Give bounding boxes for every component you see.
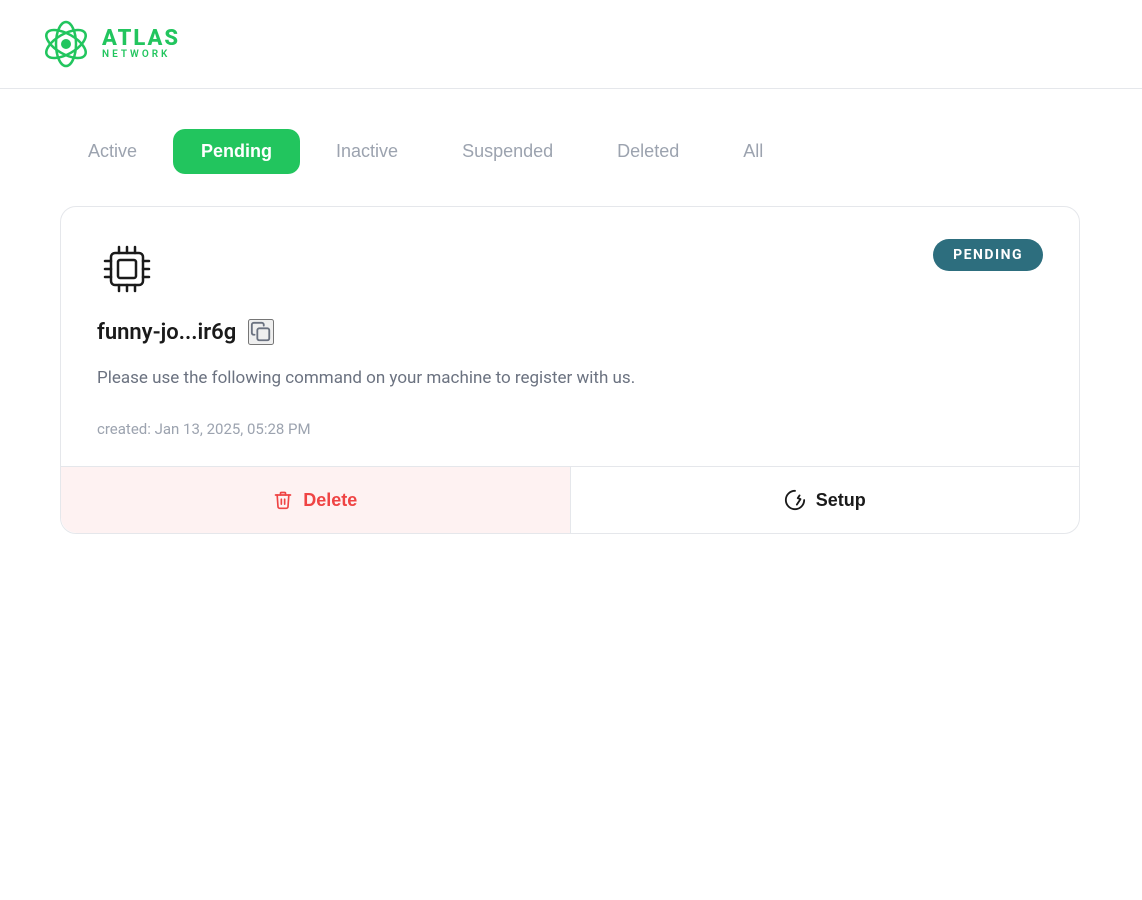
- tab-all[interactable]: All: [715, 129, 791, 174]
- setup-button[interactable]: Setup: [571, 467, 1080, 533]
- device-card: PENDING funny-jo...ir6g Please use the f…: [60, 206, 1080, 534]
- main-content: Active Pending Inactive Suspended Delete…: [0, 89, 1142, 574]
- card-description: Please use the following command on your…: [97, 365, 1043, 392]
- delete-button[interactable]: Delete: [61, 467, 571, 533]
- logo: ATLAS NETWORK: [40, 18, 180, 70]
- tab-inactive[interactable]: Inactive: [308, 129, 426, 174]
- logo-network-text: NETWORK: [102, 50, 180, 60]
- card-body: PENDING funny-jo...ir6g Please use the f…: [61, 207, 1079, 466]
- device-name-row: funny-jo...ir6g: [97, 319, 1043, 345]
- filter-tabs: Active Pending Inactive Suspended Delete…: [60, 129, 1082, 174]
- created-value: Jan 13, 2025, 05:28 PM: [155, 420, 311, 438]
- logo-text: ATLAS NETWORK: [102, 28, 180, 60]
- card-header-row: PENDING: [97, 239, 1043, 299]
- delete-label: Delete: [303, 490, 357, 511]
- setup-icon: [784, 489, 806, 511]
- logo-icon: [40, 18, 92, 70]
- status-badge: PENDING: [933, 239, 1043, 271]
- tab-deleted[interactable]: Deleted: [589, 129, 707, 174]
- trash-icon: [273, 490, 293, 510]
- tab-suspended[interactable]: Suspended: [434, 129, 581, 174]
- app-header: ATLAS NETWORK: [0, 0, 1142, 89]
- device-name: funny-jo...ir6g: [97, 320, 236, 345]
- chip-icon: [97, 239, 157, 299]
- card-footer: Delete Setup: [61, 466, 1079, 533]
- tab-pending[interactable]: Pending: [173, 129, 300, 174]
- tab-active[interactable]: Active: [60, 129, 165, 174]
- copy-button[interactable]: [248, 319, 274, 345]
- created-label: created:: [97, 420, 151, 438]
- created-date: created: Jan 13, 2025, 05:28 PM: [97, 420, 1043, 438]
- setup-label: Setup: [816, 490, 866, 511]
- logo-atlas-text: ATLAS: [102, 28, 180, 50]
